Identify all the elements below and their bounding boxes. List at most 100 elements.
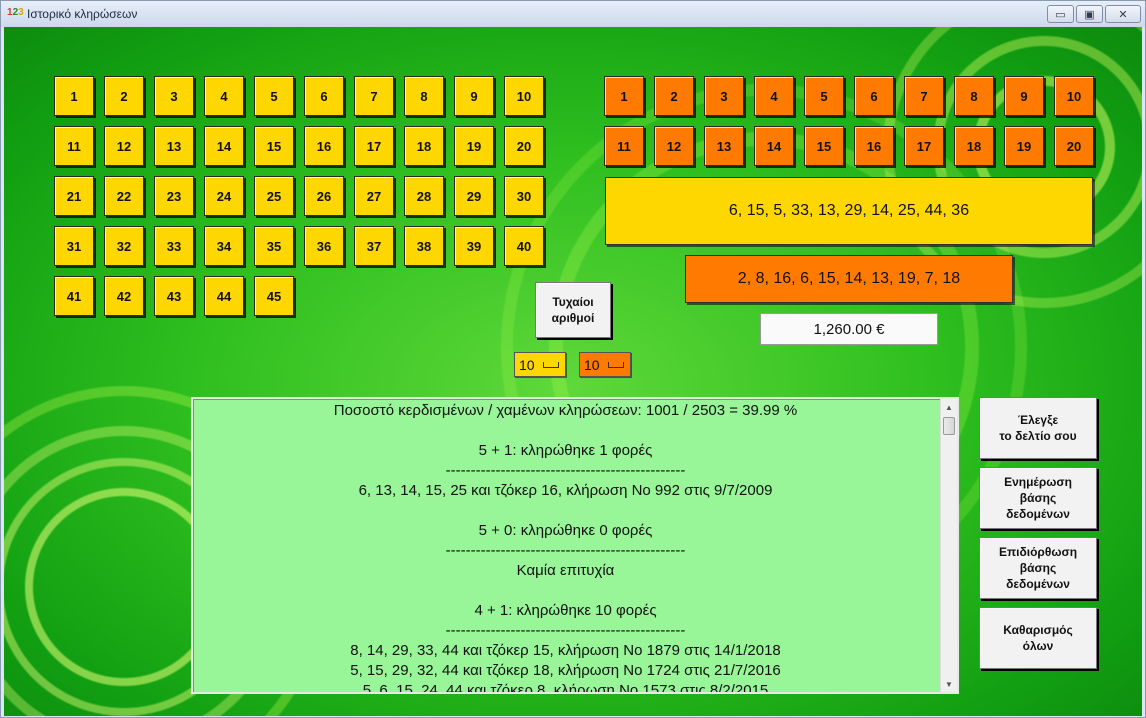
main-number-button[interactable]: 10 [504, 76, 544, 116]
main-number-button[interactable]: 15 [254, 126, 294, 166]
joker-number-button[interactable]: 10 [1054, 76, 1094, 116]
scroll-thumb[interactable] [943, 417, 955, 435]
main-number-button[interactable]: 38 [404, 226, 444, 266]
results-textarea[interactable]: Ποσοστό κερδισμένων / χαμένων κληρώσεων:… [191, 397, 959, 694]
main-count-value: 10 [519, 356, 535, 373]
main-number-button[interactable]: 14 [204, 126, 244, 166]
result-line: 5 + 1: κληρώθηκε 1 φορές [478, 442, 653, 459]
joker-number-button[interactable]: 8 [954, 76, 994, 116]
result-line: ----------------------------------------… [445, 622, 686, 639]
main-number-button[interactable]: 41 [54, 276, 94, 316]
joker-number-button[interactable]: 12 [654, 126, 694, 166]
dropdown-arrow-icon [608, 362, 624, 368]
joker-number-button[interactable]: 7 [904, 76, 944, 116]
random-numbers-button[interactable]: Τυχαίοι αριθμοί [535, 282, 611, 338]
result-line [193, 581, 938, 601]
update-button-label-3: δεδομένων [1006, 507, 1070, 521]
main-number-button[interactable]: 17 [354, 126, 394, 166]
main-number-button[interactable]: 20 [504, 126, 544, 166]
main-number-button[interactable]: 31 [54, 226, 94, 266]
main-number-button[interactable]: 34 [204, 226, 244, 266]
main-number-button[interactable]: 44 [204, 276, 244, 316]
scroll-up-icon[interactable]: ▲ [941, 399, 957, 415]
check-ticket-button[interactable]: Έλεγξε το δελτίο σου [979, 397, 1097, 459]
joker-number-button[interactable]: 2 [654, 76, 694, 116]
scroll-down-icon[interactable]: ▼ [941, 676, 957, 692]
joker-number-button[interactable]: 3 [704, 76, 744, 116]
result-line: Ποσοστό κερδισμένων / χαμένων κληρώσεων:… [333, 402, 798, 419]
joker-number-button[interactable]: 9 [1004, 76, 1044, 116]
main-number-button[interactable]: 30 [504, 176, 544, 216]
main-number-button[interactable]: 9 [454, 76, 494, 116]
main-number-button[interactable]: 19 [454, 126, 494, 166]
main-number-button[interactable]: 1 [54, 76, 94, 116]
joker-number-button[interactable]: 11 [604, 126, 644, 166]
close-button[interactable]: ✕ [1105, 5, 1141, 23]
main-number-button[interactable]: 35 [254, 226, 294, 266]
joker-count-value: 10 [584, 356, 600, 373]
result-line [193, 501, 938, 521]
main-number-button[interactable]: 37 [354, 226, 394, 266]
joker-number-button[interactable]: 1 [604, 76, 644, 116]
joker-number-button[interactable]: 16 [854, 126, 894, 166]
main-number-button[interactable]: 32 [104, 226, 144, 266]
check-button-label-2: το δελτίο σου [999, 429, 1077, 443]
main-number-button[interactable]: 8 [404, 76, 444, 116]
fix-button-label-2: βάσης [1019, 561, 1057, 575]
main-number-button[interactable]: 13 [154, 126, 194, 166]
joker-number-button[interactable]: 4 [754, 76, 794, 116]
maximize-button[interactable]: ▣ [1076, 5, 1103, 23]
joker-number-button[interactable]: 20 [1054, 126, 1094, 166]
joker-numbers-result: 2, 8, 16, 6, 15, 14, 13, 19, 7, 18 [685, 255, 1013, 303]
main-number-button[interactable]: 25 [254, 176, 294, 216]
main-number-button[interactable]: 26 [304, 176, 344, 216]
main-number-button[interactable]: 39 [454, 226, 494, 266]
main-number-button[interactable]: 12 [104, 126, 144, 166]
update-button-label-2: βάσης [1019, 491, 1057, 505]
main-number-button[interactable]: 7 [354, 76, 394, 116]
main-number-button[interactable]: 4 [204, 76, 244, 116]
main-number-button[interactable]: 5 [254, 76, 294, 116]
joker-number-button[interactable]: 15 [804, 126, 844, 166]
clear-button-label-2: όλων [1022, 639, 1054, 653]
main-number-button[interactable]: 11 [54, 126, 94, 166]
main-number-button[interactable]: 40 [504, 226, 544, 266]
joker-number-button[interactable]: 14 [754, 126, 794, 166]
main-number-button[interactable]: 18 [404, 126, 444, 166]
joker-number-button[interactable]: 5 [804, 76, 844, 116]
main-number-button[interactable]: 33 [154, 226, 194, 266]
main-number-button[interactable]: 27 [354, 176, 394, 216]
main-number-button[interactable]: 23 [154, 176, 194, 216]
joker-number-button[interactable]: 19 [1004, 126, 1044, 166]
main-number-button[interactable]: 43 [154, 276, 194, 316]
main-number-button[interactable]: 36 [304, 226, 344, 266]
results-text: Ποσοστό κερδισμένων / χαμένων κληρώσεων:… [193, 401, 938, 692]
window-title: Ιστορικό κληρώσεων [27, 7, 138, 21]
main-number-button[interactable]: 16 [304, 126, 344, 166]
joker-number-button[interactable]: 6 [854, 76, 894, 116]
joker-number-button[interactable]: 13 [704, 126, 744, 166]
update-database-button[interactable]: Ενημέρωση βάσης δεδομένων [979, 467, 1097, 529]
result-line [193, 421, 938, 441]
main-number-button[interactable]: 24 [204, 176, 244, 216]
main-number-button[interactable]: 29 [454, 176, 494, 216]
main-number-button[interactable]: 3 [154, 76, 194, 116]
joker-count-select[interactable]: 10 [579, 352, 631, 377]
joker-number-button[interactable]: 18 [954, 126, 994, 166]
main-number-button[interactable]: 45 [254, 276, 294, 316]
main-number-button[interactable]: 28 [404, 176, 444, 216]
app-window: 123 Ιστορικό κληρώσεων ▭ ▣ ✕ 1 2 3 4 5 6 7 8 9 10… [0, 0, 1146, 718]
check-button-label-1: Έλεγξε [1017, 413, 1059, 427]
main-number-button[interactable]: 42 [104, 276, 144, 316]
main-number-button[interactable]: 21 [54, 176, 94, 216]
main-number-button[interactable]: 6 [304, 76, 344, 116]
main-count-select[interactable]: 10 [514, 352, 566, 377]
main-number-button[interactable]: 2 [104, 76, 144, 116]
fix-button-label-1: Επιδιόρθωση [998, 545, 1078, 559]
joker-number-button[interactable]: 17 [904, 126, 944, 166]
minimize-button[interactable]: ▭ [1047, 5, 1074, 23]
clear-all-button[interactable]: Καθαρισμός όλων [979, 607, 1097, 669]
repair-database-button[interactable]: Επιδιόρθωση βάσης δεδομένων [979, 537, 1097, 599]
main-number-button[interactable]: 22 [104, 176, 144, 216]
results-scrollbar[interactable]: ▲ ▼ [940, 399, 957, 692]
